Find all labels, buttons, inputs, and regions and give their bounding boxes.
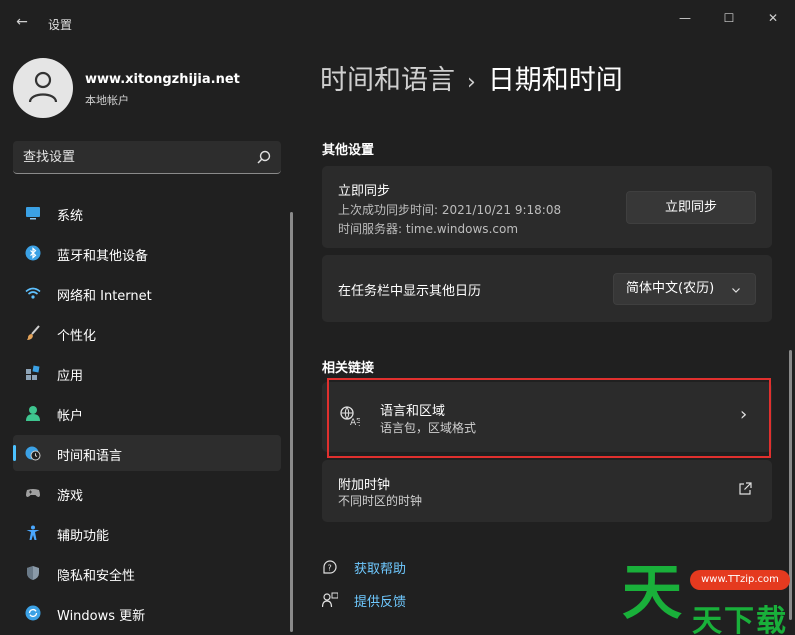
sync-title: 立即同步 — [338, 184, 391, 199]
window-title: 设置 — [48, 18, 73, 32]
sidebar-item-label: Windows 更新 — [57, 609, 146, 624]
external-link-icon — [739, 482, 752, 495]
breadcrumb: 时间和语言 › 日期和时间 — [320, 58, 623, 98]
wifi-icon — [25, 287, 41, 299]
sidebar-item-label: 辅助功能 — [57, 529, 110, 544]
calendar-card: 在任务栏中显示其他日历 简体中文(农历) — [322, 255, 772, 322]
sidebar-item-accessibility[interactable]: 辅助功能 — [13, 515, 281, 551]
sidebar-item-label: 个性化 — [57, 329, 97, 344]
close-button[interactable]: ✕ — [756, 8, 790, 30]
sidebar-nav: 系统 蓝牙和其他设备 网络和 Internet 个性化 应用 帐户 时间和语言 … — [13, 195, 281, 635]
sidebar-item-accounts[interactable]: 帐户 — [13, 395, 281, 431]
get-help-label[interactable]: 获取帮助 — [354, 558, 406, 577]
accessibility-icon — [26, 525, 40, 540]
calendar-setting-label: 在任务栏中显示其他日历 — [338, 284, 482, 299]
search-input[interactable] — [23, 148, 243, 166]
get-help-link[interactable]: ? 获取帮助 — [322, 558, 442, 577]
sidebar-scrollbar[interactable] — [290, 212, 293, 632]
person-icon — [28, 71, 58, 103]
sidebar-item-gaming[interactable]: 游戏 — [13, 475, 281, 511]
title-bar: ← 设置 — ☐ ✕ — [0, 0, 795, 48]
time-server: 时间服务器: time.windows.com — [338, 222, 519, 236]
feedback-label[interactable]: 提供反馈 — [354, 591, 406, 610]
feedback-link[interactable]: 提供反馈 — [322, 591, 442, 610]
additional-clocks-subtitle: 不同时区的时钟 — [338, 494, 423, 508]
sync-card: 立即同步 上次成功同步时间: 2021/10/21 9:18:08 时间服务器:… — [322, 166, 772, 248]
watermark-logo: 天 www.TTzip.com 天下载 — [618, 556, 794, 635]
bluetooth-icon — [25, 245, 41, 261]
sidebar-item-label: 游戏 — [57, 489, 84, 504]
sidebar-item-time-language[interactable]: 时间和语言 — [13, 435, 281, 471]
last-sync-time: 上次成功同步时间: 2021/10/21 9:18:08 — [338, 203, 562, 217]
section-heading-related-links: 相关链接 — [322, 361, 375, 376]
sidebar-item-label: 应用 — [57, 369, 84, 384]
sidebar-item-apps[interactable]: 应用 — [13, 355, 281, 391]
logo-big-char: 天 — [622, 558, 682, 628]
sidebar-item-windows-update[interactable]: Windows 更新 — [13, 595, 281, 631]
maximize-button[interactable]: ☐ — [712, 8, 746, 30]
sidebar-item-label: 帐户 — [57, 409, 84, 424]
profile-account-type: 本地帐户 — [85, 94, 129, 107]
logo-url-pill: www.TTzip.com — [690, 570, 790, 590]
breadcrumb-separator: › — [467, 70, 476, 95]
calendar-select-value: 简体中文(农历) — [626, 281, 715, 296]
additional-clocks-title: 附加时钟 — [338, 478, 391, 493]
monitor-icon — [26, 207, 40, 220]
user-profile[interactable]: www.xitongzhijia.net 本地帐户 — [13, 58, 293, 118]
section-heading-other-settings: 其他设置 — [322, 143, 375, 158]
avatar — [13, 58, 73, 118]
additional-clocks-link[interactable]: 附加时钟 不同时区的时钟 — [322, 460, 772, 522]
calendar-select[interactable]: 简体中文(农历) — [613, 273, 756, 305]
sidebar-item-label: 时间和语言 — [57, 449, 123, 464]
sidebar-item-network[interactable]: 网络和 Internet — [13, 275, 281, 311]
breadcrumb-parent[interactable]: 时间和语言 — [320, 65, 455, 96]
page-title: 日期和时间 — [487, 65, 623, 96]
feedback-icon — [322, 592, 338, 608]
sidebar-item-label: 网络和 Internet — [57, 289, 152, 304]
back-button[interactable]: ← — [12, 12, 32, 32]
sidebar-item-personalization[interactable]: 个性化 — [13, 315, 281, 351]
sidebar-item-label: 蓝牙和其他设备 — [57, 249, 149, 264]
sync-now-button[interactable]: 立即同步 — [626, 191, 756, 224]
sidebar-item-label: 隐私和安全性 — [57, 569, 136, 584]
sidebar-item-system[interactable]: 系统 — [13, 195, 281, 231]
red-highlight-box — [327, 378, 771, 458]
chevron-down-icon — [732, 288, 740, 293]
sidebar-item-label: 系统 — [57, 209, 84, 224]
clock-globe-icon — [25, 446, 41, 461]
svg-text:?: ? — [328, 564, 332, 573]
search-box[interactable] — [13, 141, 281, 174]
help-icon: ? — [323, 560, 337, 574]
gamepad-icon — [26, 489, 40, 497]
apps-icon — [26, 365, 40, 380]
brush-icon — [27, 325, 40, 340]
sidebar-item-privacy[interactable]: 隐私和安全性 — [13, 555, 281, 591]
shield-icon — [27, 566, 39, 580]
search-icon[interactable] — [257, 150, 271, 164]
sidebar-item-bluetooth[interactable]: 蓝牙和其他设备 — [13, 235, 281, 271]
logo-text: 天下载 — [692, 604, 788, 635]
minimize-button[interactable]: — — [668, 8, 702, 30]
update-icon — [25, 605, 41, 621]
profile-name: www.xitongzhijia.net — [85, 72, 240, 87]
person-icon — [26, 406, 40, 421]
